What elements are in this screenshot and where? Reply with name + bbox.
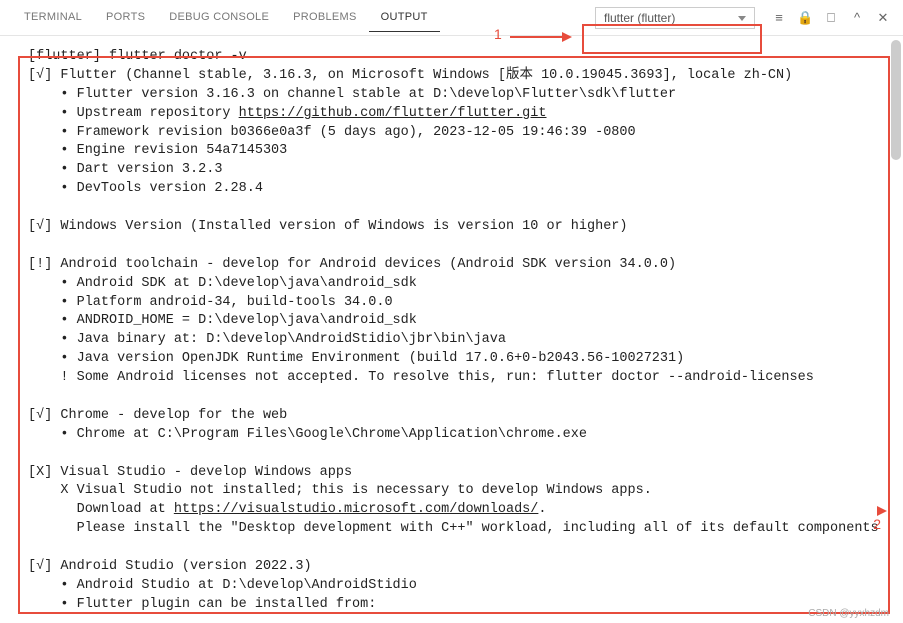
output-line: • DevTools version 2.28.4 <box>28 181 263 196</box>
output-line: X Visual Studio not installed; this is n… <box>28 483 652 498</box>
settings-icon[interactable]: ≡ <box>771 10 787 26</box>
output-line: [√] Android Studio (version 2022.3) <box>28 559 312 574</box>
tab-problems[interactable]: PROBLEMS <box>281 3 369 32</box>
panel-header: TERMINAL PORTS DEBUG CONSOLE PROBLEMS OU… <box>0 0 903 36</box>
tab-terminal[interactable]: TERMINAL <box>12 3 94 32</box>
close-icon[interactable]: ✕ <box>875 10 891 26</box>
output-line: • Dart version 3.2.3 <box>28 162 222 177</box>
output-line: Download at <box>28 502 174 517</box>
output-line: ! Some Android licenses not accepted. To… <box>28 370 814 385</box>
output-line: • Framework revision b0366e0a3f (5 days … <box>28 125 636 140</box>
output-line: • Engine revision 54a7145303 <box>28 143 287 158</box>
output-link[interactable]: https://github.com/flutter/flutter.git <box>239 106 547 121</box>
tab-ports[interactable]: PORTS <box>94 3 157 32</box>
header-actions: ≡ 🔒 ⎕ ^ ✕ <box>771 10 891 26</box>
tab-output[interactable]: OUTPUT <box>369 3 440 32</box>
output-link[interactable]: https://visualstudio.microsoft.com/downl… <box>174 502 539 517</box>
output-line: • Java version OpenJDK Runtime Environme… <box>28 351 684 366</box>
chevron-up-icon[interactable]: ^ <box>849 10 865 26</box>
output-line: . <box>538 502 546 517</box>
lock-icon[interactable]: 🔒 <box>797 10 813 26</box>
output-line: • ANDROID_HOME = D:\develop\java\android… <box>28 313 417 328</box>
output-line: [√] Flutter (Channel stable, 3.16.3, on … <box>28 68 792 83</box>
watermark: CSDN @yyxhzdm <box>808 608 889 619</box>
clear-icon[interactable]: ⎕ <box>823 10 839 26</box>
tab-debug-console[interactable]: DEBUG CONSOLE <box>157 3 281 32</box>
output-line: • Flutter version 3.16.3 on channel stab… <box>28 87 676 102</box>
scrollbar[interactable] <box>891 40 901 160</box>
output-line: • Flutter plugin can be installed from: <box>28 597 376 612</box>
output-line: • Java binary at: D:\develop\AndroidStid… <box>28 332 506 347</box>
output-line: • Upstream repository <box>28 106 239 121</box>
output-line: • Android SDK at D:\develop\java\android… <box>28 276 417 291</box>
output-filter-select[interactable]: flutter (flutter) <box>595 7 755 29</box>
output-line: [X] Visual Studio - develop Windows apps <box>28 465 352 480</box>
output-line: [√] Chrome - develop for the web <box>28 408 287 423</box>
output-line: [flutter] flutter doctor -v <box>28 49 247 64</box>
output-content: [flutter] flutter doctor -v [√] Flutter … <box>0 36 903 623</box>
output-line: • Android Studio at D:\develop\AndroidSt… <box>28 578 417 593</box>
output-filter-value: flutter (flutter) <box>604 11 675 25</box>
output-line: [√] Windows Version (Installed version o… <box>28 219 628 234</box>
output-line: Please install the "Desktop development … <box>28 521 879 536</box>
output-line: [!] Android toolchain - develop for Andr… <box>28 257 676 272</box>
panel-tabs: TERMINAL PORTS DEBUG CONSOLE PROBLEMS OU… <box>12 3 440 32</box>
output-line: • Platform android-34, build-tools 34.0.… <box>28 295 393 310</box>
output-line: • Chrome at C:\Program Files\Google\Chro… <box>28 427 587 442</box>
